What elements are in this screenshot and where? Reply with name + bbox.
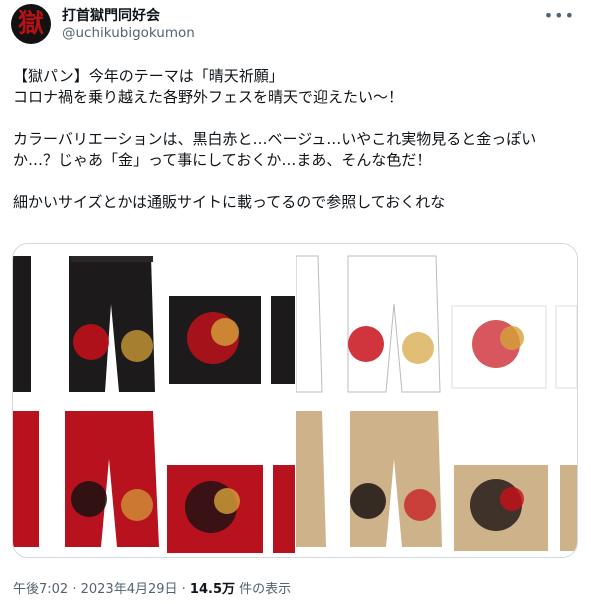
media-panel-beige[interactable] <box>296 401 577 557</box>
shorts-white <box>296 255 441 393</box>
print-swatch-black <box>169 296 295 384</box>
media-panel-white[interactable] <box>296 244 577 400</box>
view-label: 件の表示 <box>235 582 292 597</box>
more-icon[interactable]: ••• <box>544 6 575 25</box>
meta-separator: · <box>68 582 81 597</box>
meta-separator: · <box>177 582 190 597</box>
tweet-meta: 午後7:02 · 2023年4月29日 · 14.5万 件の表示 <box>13 578 291 597</box>
tweet-date[interactable]: 2023年4月29日 <box>81 582 178 597</box>
media-grid[interactable] <box>12 243 578 558</box>
tweet-text: 【獄パン】今年のテーマは「晴天祈願」 コロナ禍を乗り越えた各野外フェスを晴天で迎… <box>13 67 537 211</box>
avatar-glyph: 獄 <box>17 9 44 39</box>
user-handle[interactable]: @uchikubigokumon <box>62 25 195 41</box>
print-swatch-white <box>451 305 577 389</box>
display-name[interactable]: 打首獄門同好会 <box>62 5 160 25</box>
media-panel-red[interactable] <box>13 401 295 557</box>
media-panel-black[interactable] <box>13 244 295 400</box>
avatar[interactable]: 獄 <box>11 4 51 44</box>
shorts-red <box>13 411 159 547</box>
tweet-time[interactable]: 午後7:02 <box>13 582 68 597</box>
view-count: 14.5万 <box>189 582 235 597</box>
shorts-beige <box>296 411 442 547</box>
print-swatch-red <box>167 465 295 553</box>
